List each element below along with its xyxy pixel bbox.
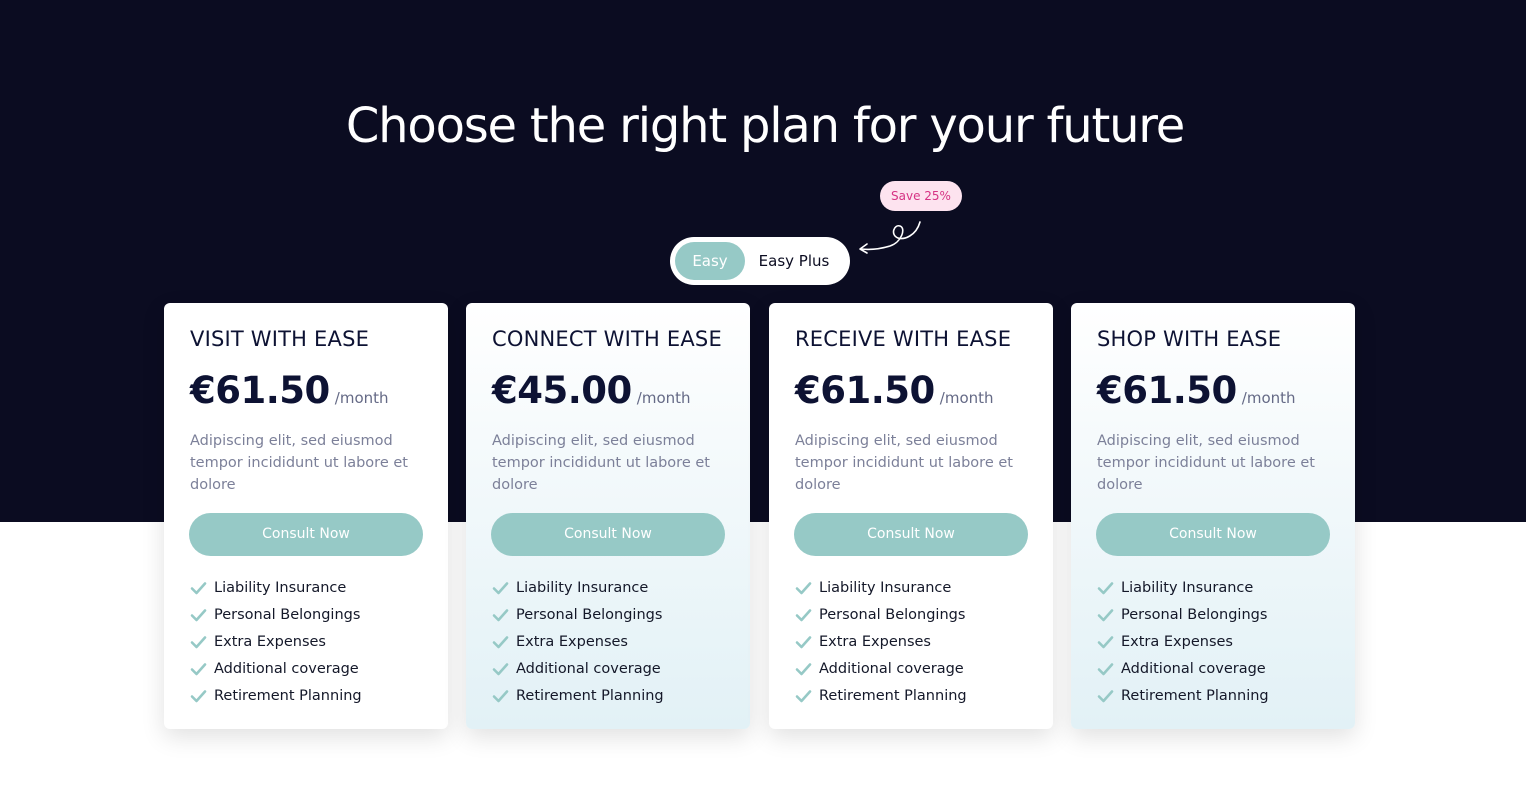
- feature-item: Retirement Planning: [492, 682, 664, 709]
- feature-item: Personal Belongings: [795, 601, 967, 628]
- feature-label: Extra Expenses: [516, 633, 628, 650]
- plan-price: €45.00: [492, 369, 632, 412]
- feature-item: Extra Expenses: [190, 628, 362, 655]
- consult-now-button[interactable]: Consult Now: [189, 513, 423, 556]
- feature-label: Retirement Planning: [819, 687, 967, 704]
- feature-list: Liability Insurance Personal Belongings …: [795, 574, 967, 709]
- page-title: Choose the right plan for your future: [345, 98, 1185, 154]
- price-row: €45.00 /month: [492, 369, 691, 412]
- feature-label: Liability Insurance: [1121, 579, 1254, 596]
- feature-item: Liability Insurance: [492, 574, 664, 601]
- price-period: /month: [1241, 389, 1296, 407]
- feature-item: Additional coverage: [492, 655, 664, 682]
- price-row: €61.50 /month: [795, 369, 994, 412]
- plan-description: Adipiscing elit, sed eiusmod tempor inci…: [190, 433, 408, 493]
- feature-label: Personal Belongings: [516, 606, 663, 623]
- check-icon: [1097, 581, 1114, 594]
- feature-item: Additional coverage: [795, 655, 967, 682]
- feature-item: Extra Expenses: [492, 628, 664, 655]
- feature-item: Additional coverage: [190, 655, 362, 682]
- feature-label: Additional coverage: [214, 660, 359, 677]
- plan-price: €61.50: [1097, 369, 1237, 412]
- consult-now-button[interactable]: Consult Now: [491, 513, 725, 556]
- feature-label: Retirement Planning: [516, 687, 664, 704]
- check-icon: [1097, 608, 1114, 621]
- price-period: /month: [636, 389, 691, 407]
- check-icon: [190, 581, 207, 594]
- feature-label: Extra Expenses: [214, 633, 326, 650]
- feature-list: Liability Insurance Personal Belongings …: [190, 574, 362, 709]
- feature-label: Retirement Planning: [1121, 687, 1269, 704]
- feature-item: Additional coverage: [1097, 655, 1269, 682]
- plan-cards: VISIT WITH EASE €61.50 /month Adipiscing…: [164, 303, 1356, 729]
- toggle-easy[interactable]: Easy: [675, 242, 745, 280]
- feature-label: Additional coverage: [1121, 660, 1266, 677]
- plan-price: €61.50: [190, 369, 330, 412]
- check-icon: [1097, 662, 1114, 675]
- plan-card-visit: VISIT WITH EASE €61.50 /month Adipiscing…: [164, 303, 448, 729]
- consult-now-button[interactable]: Consult Now: [794, 513, 1028, 556]
- toggle-easy-plus[interactable]: Easy Plus: [745, 242, 843, 280]
- check-icon: [492, 689, 509, 702]
- feature-item: Personal Belongings: [492, 601, 664, 628]
- plan-card-receive: RECEIVE WITH EASE €61.50 /month Adipisci…: [769, 303, 1053, 729]
- feature-item: Liability Insurance: [1097, 574, 1269, 601]
- check-icon: [492, 635, 509, 648]
- feature-label: Personal Belongings: [214, 606, 361, 623]
- feature-label: Liability Insurance: [214, 579, 347, 596]
- check-icon: [190, 635, 207, 648]
- feature-label: Personal Belongings: [1121, 606, 1268, 623]
- price-row: €61.50 /month: [190, 369, 389, 412]
- feature-label: Liability Insurance: [819, 579, 952, 596]
- feature-item: Retirement Planning: [190, 682, 362, 709]
- feature-label: Extra Expenses: [1121, 633, 1233, 650]
- check-icon: [795, 635, 812, 648]
- plan-price: €61.50: [795, 369, 935, 412]
- feature-label: Extra Expenses: [819, 633, 931, 650]
- feature-label: Liability Insurance: [516, 579, 649, 596]
- feature-item: Liability Insurance: [795, 574, 967, 601]
- check-icon: [795, 581, 812, 594]
- feature-item: Personal Belongings: [190, 601, 362, 628]
- plan-toggle: Easy Easy Plus: [670, 237, 850, 285]
- feature-list: Liability Insurance Personal Belongings …: [1097, 574, 1269, 709]
- price-row: €61.50 /month: [1097, 369, 1296, 412]
- plan-card-connect: CONNECT WITH EASE €45.00 /month Adipisci…: [466, 303, 750, 729]
- curly-arrow-icon: [859, 221, 921, 254]
- feature-label: Additional coverage: [516, 660, 661, 677]
- check-icon: [1097, 689, 1114, 702]
- check-icon: [492, 608, 509, 621]
- feature-label: Additional coverage: [819, 660, 964, 677]
- check-icon: [795, 662, 812, 675]
- check-icon: [492, 581, 509, 594]
- feature-item: Extra Expenses: [1097, 628, 1269, 655]
- plan-title: SHOP WITH EASE: [1097, 327, 1282, 351]
- plan-title: RECEIVE WITH EASE: [795, 327, 1012, 351]
- feature-item: Liability Insurance: [190, 574, 362, 601]
- plan-description: Adipiscing elit, sed eiusmod tempor inci…: [1097, 433, 1315, 493]
- price-period: /month: [939, 389, 994, 407]
- price-period: /month: [334, 389, 389, 407]
- feature-item: Extra Expenses: [795, 628, 967, 655]
- feature-list: Liability Insurance Personal Belongings …: [492, 574, 664, 709]
- plan-description: Adipiscing elit, sed eiusmod tempor inci…: [492, 433, 710, 493]
- feature-item: Retirement Planning: [795, 682, 967, 709]
- plan-title: VISIT WITH EASE: [190, 327, 370, 351]
- plan-title: CONNECT WITH EASE: [492, 327, 722, 351]
- check-icon: [492, 662, 509, 675]
- check-icon: [190, 608, 207, 621]
- check-icon: [190, 662, 207, 675]
- plan-description: Adipiscing elit, sed eiusmod tempor inci…: [795, 433, 1013, 493]
- feature-label: Retirement Planning: [214, 687, 362, 704]
- consult-now-button[interactable]: Consult Now: [1096, 513, 1330, 556]
- plan-card-shop: SHOP WITH EASE €61.50 /month Adipiscing …: [1071, 303, 1355, 729]
- save-badge: Save 25%: [880, 181, 962, 211]
- feature-item: Personal Belongings: [1097, 601, 1269, 628]
- check-icon: [795, 689, 812, 702]
- feature-label: Personal Belongings: [819, 606, 966, 623]
- check-icon: [795, 608, 812, 621]
- check-icon: [190, 689, 207, 702]
- check-icon: [1097, 635, 1114, 648]
- feature-item: Retirement Planning: [1097, 682, 1269, 709]
